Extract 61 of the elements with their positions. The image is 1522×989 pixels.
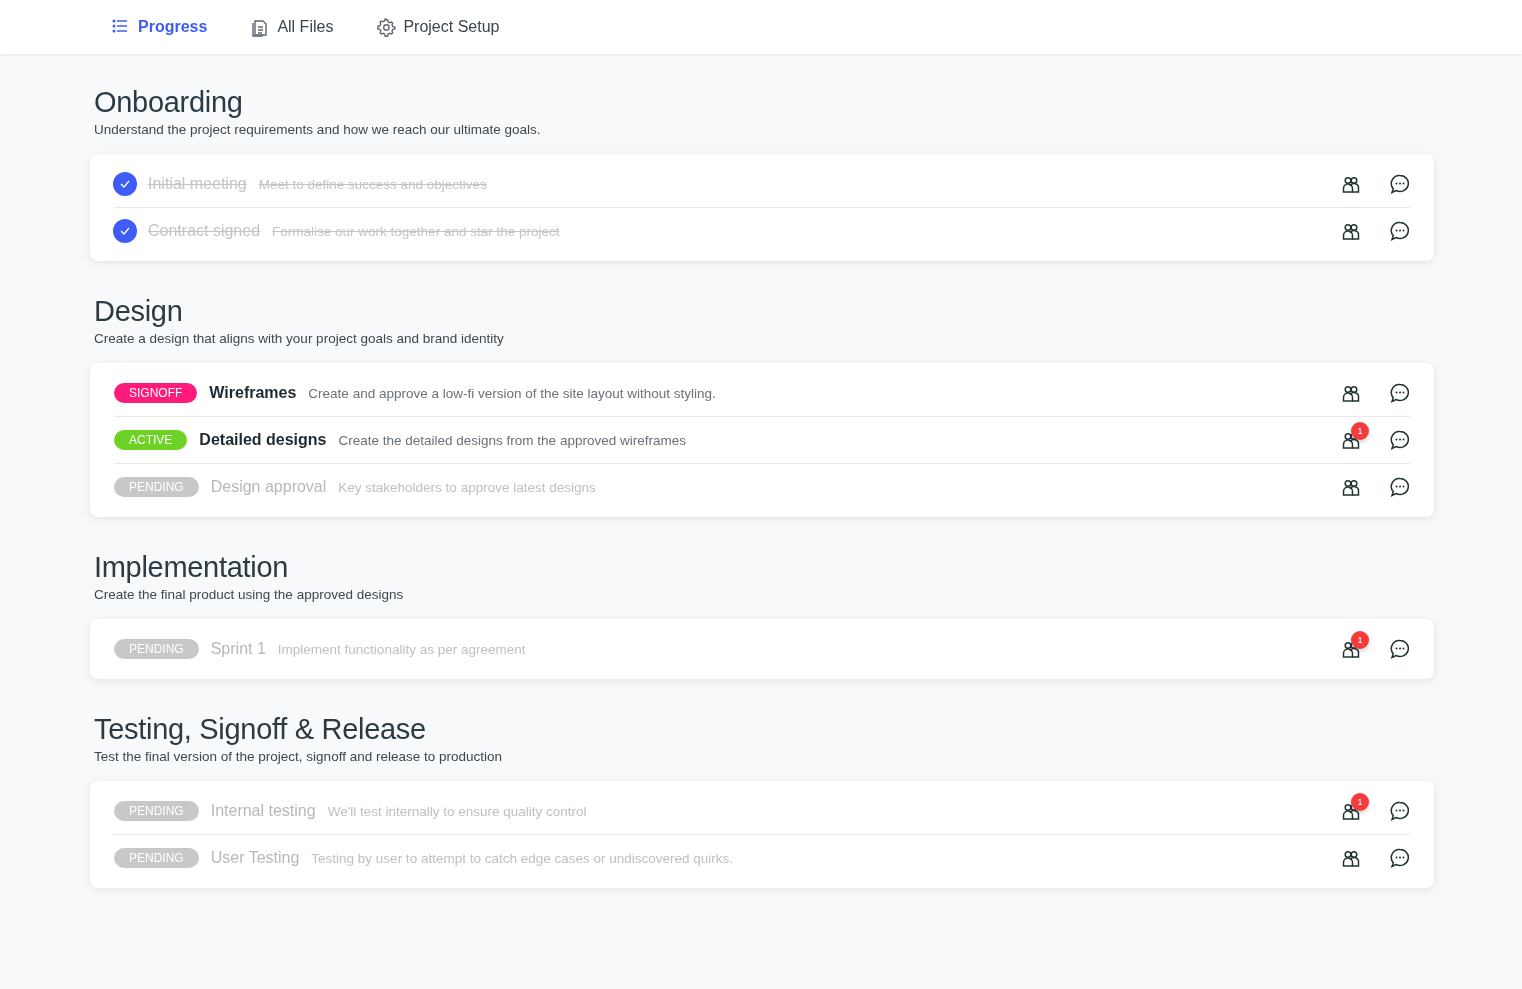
people-icon (1342, 849, 1360, 867)
comment-button[interactable] (1390, 221, 1410, 241)
speech-bubble-icon (1390, 174, 1410, 194)
task-description: Implement functionality as per agreement (277, 641, 526, 657)
task-description: Create the detailed designs from the approved wireframes (338, 432, 686, 448)
task-title: Internal testing (210, 802, 316, 820)
people-icon (1342, 222, 1360, 240)
speech-bubble-icon (1390, 221, 1410, 241)
task-title: Contract signed (148, 222, 261, 240)
nav-tab[interactable]: Project Setup (377, 17, 500, 37)
people-icon (1342, 175, 1360, 193)
speech-bubble-icon (1390, 477, 1410, 497)
status-pill: ACTIVE (114, 430, 188, 450)
notification-badge: 1 (1351, 630, 1369, 649)
people-button[interactable] (1342, 849, 1360, 867)
notification-badge: 1 (1351, 792, 1369, 811)
comment-button[interactable] (1390, 848, 1410, 868)
comment-button[interactable] (1390, 383, 1410, 403)
checkbox[interactable] (114, 173, 136, 195)
comment-button[interactable] (1390, 430, 1410, 450)
task-description: Create and approve a low-fi version of the site layout without styling. (308, 385, 716, 401)
task-title: Design approval (210, 478, 327, 496)
section-description: Create a design that aligns with your project goals and brand identity (94, 331, 505, 346)
section-title: Testing, Signoff & Release (94, 713, 427, 746)
task-title: User Testing (210, 849, 300, 867)
comment-button[interactable] (1390, 477, 1410, 497)
settings-icon (377, 17, 397, 37)
people-button[interactable] (1342, 222, 1360, 240)
comment-button[interactable] (1390, 174, 1410, 194)
speech-bubble-icon (1390, 801, 1410, 821)
task-title: Detailed designs (199, 431, 327, 449)
comment-button[interactable] (1390, 801, 1410, 821)
speech-bubble-icon (1390, 848, 1410, 868)
nav-tab[interactable]: All Files (251, 17, 334, 37)
section-description: Test the final version of the project, signoff and release to production (94, 749, 503, 764)
people-button[interactable] (1342, 175, 1360, 193)
task-description: We'll test internally to ensure quality control (327, 803, 587, 819)
speech-bubble-icon (1390, 639, 1410, 659)
task-title: Initial meeting (148, 175, 247, 193)
task-title: Sprint 1 (210, 640, 266, 658)
checkbox[interactable] (114, 220, 136, 242)
section-title: Design (94, 295, 184, 328)
task-title: Wireframes (209, 384, 297, 402)
task-description: Key stakeholders to approve latest designs (338, 479, 596, 495)
people-button[interactable] (1342, 478, 1360, 496)
comment-button[interactable] (1390, 639, 1410, 659)
notification-badge: 1 (1351, 421, 1369, 440)
section-description: Understand the project requirements and how we reach our ultimate goals. (94, 122, 542, 137)
status-pill: SIGNOFF (114, 383, 198, 403)
task-description: Formalise our work together and star the project (272, 223, 560, 239)
people-icon (1342, 478, 1360, 496)
speech-bubble-icon (1390, 430, 1410, 450)
speech-bubble-icon (1390, 383, 1410, 403)
task-description: Testing by user to attempt to catch edge cases or undiscovered quirks. (311, 850, 734, 866)
nav-tab[interactable]: Progress (112, 17, 208, 37)
section-description: Create the final product using the approved designs (94, 587, 405, 602)
section-title: Implementation (94, 551, 290, 584)
people-button[interactable] (1342, 384, 1360, 402)
task-description: Meet to define success and objectives (258, 176, 487, 192)
people-icon (1342, 384, 1360, 402)
section-title: Onboarding (94, 86, 244, 119)
